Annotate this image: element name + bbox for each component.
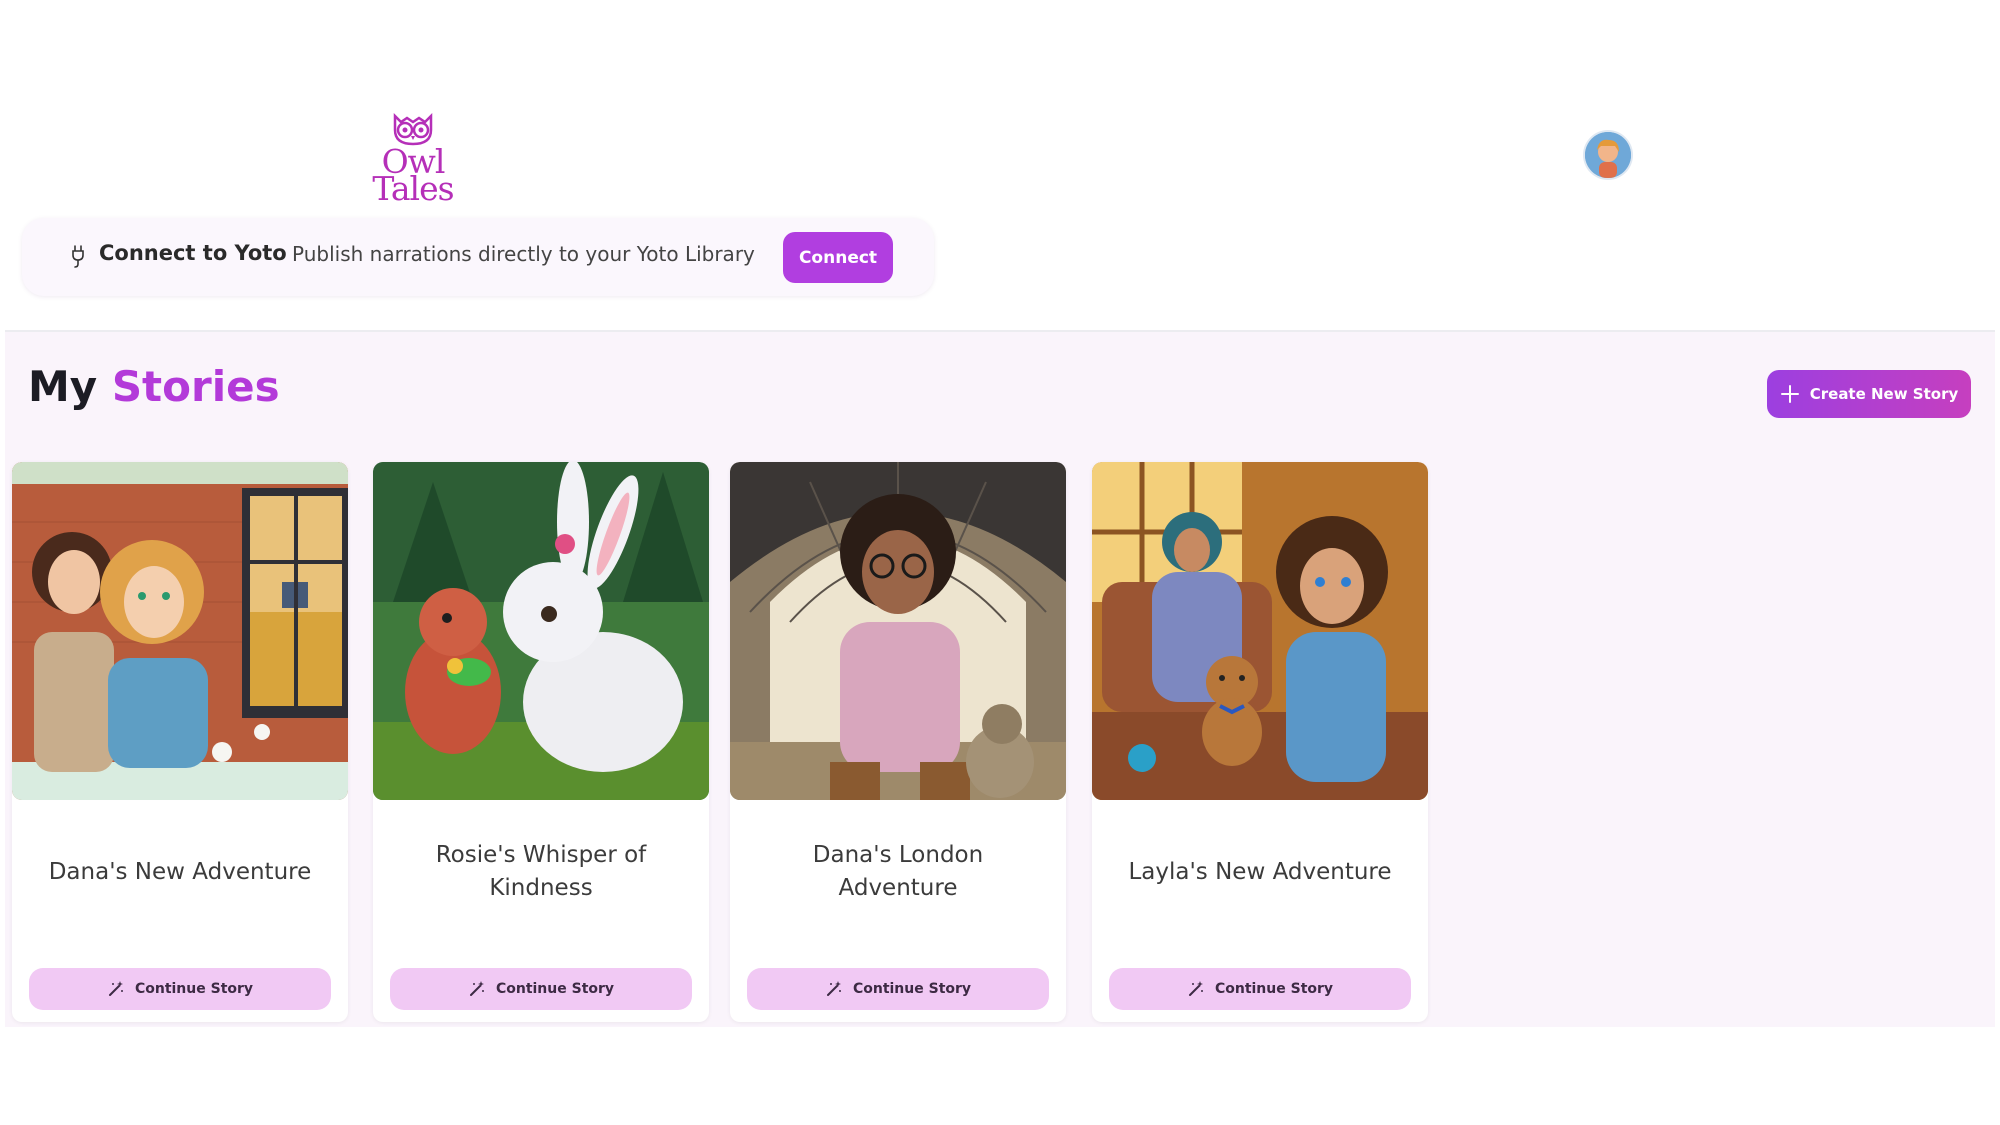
connect-button[interactable]: Connect xyxy=(783,232,893,283)
logo-line-2: Tales xyxy=(372,169,454,208)
story-title[interactable]: Dana's London Adventure xyxy=(750,822,1046,922)
story-title[interactable]: Rosie's Whisper of Kindness xyxy=(393,822,689,922)
continue-story-button[interactable]: Continue Story xyxy=(747,968,1049,1010)
continue-story-label: Continue Story xyxy=(134,981,254,997)
create-new-story-label: Create New Story xyxy=(1809,385,1959,403)
plus-icon xyxy=(1780,385,1799,403)
story-title[interactable]: Dana's New Adventure xyxy=(32,822,328,922)
continue-story-label: Continue Story xyxy=(495,981,615,997)
yoto-description: Publish narrations directly to your Yoto… xyxy=(292,242,755,266)
story-cover-image[interactable] xyxy=(12,462,348,800)
story-cover-image[interactable] xyxy=(373,462,709,800)
yoto-title: Connect to Yoto xyxy=(99,241,287,265)
owl-tales-logo[interactable]: Owl Tales xyxy=(368,112,458,208)
create-new-story-button[interactable]: Create New Story xyxy=(1767,370,1971,418)
magic-wand-icon xyxy=(1188,981,1203,996)
continue-story-label: Continue Story xyxy=(852,981,972,997)
story-card[interactable]: Rosie's Whisper of Kindness Continue Sto… xyxy=(373,462,709,1022)
page-title: My Stories xyxy=(28,362,280,411)
continue-story-button[interactable]: Continue Story xyxy=(29,968,331,1010)
avatar-image xyxy=(1585,132,1631,178)
magic-wand-icon xyxy=(826,981,841,996)
story-card[interactable]: Layla's New Adventure Continue Story xyxy=(1092,462,1428,1022)
story-card[interactable]: Dana's London Adventure Continue Story xyxy=(730,462,1066,1022)
story-cover-image[interactable] xyxy=(1092,462,1428,800)
story-card[interactable]: Dana's New Adventure Continue Story xyxy=(12,462,348,1022)
story-title[interactable]: Layla's New Adventure xyxy=(1112,822,1408,922)
magic-wand-icon xyxy=(108,981,123,996)
magic-wand-icon xyxy=(469,981,484,996)
owl-icon xyxy=(393,112,433,146)
page-title-accent: Stories xyxy=(111,362,280,411)
story-cover-image[interactable] xyxy=(730,462,1066,800)
continue-story-button[interactable]: Continue Story xyxy=(1109,968,1411,1010)
user-avatar[interactable] xyxy=(1585,132,1631,178)
logo-text: Owl Tales xyxy=(368,145,458,208)
continue-story-label: Continue Story xyxy=(1214,981,1334,997)
continue-story-button[interactable]: Continue Story xyxy=(390,968,692,1010)
plug-icon xyxy=(72,245,84,268)
page-title-prefix: My xyxy=(28,362,98,411)
